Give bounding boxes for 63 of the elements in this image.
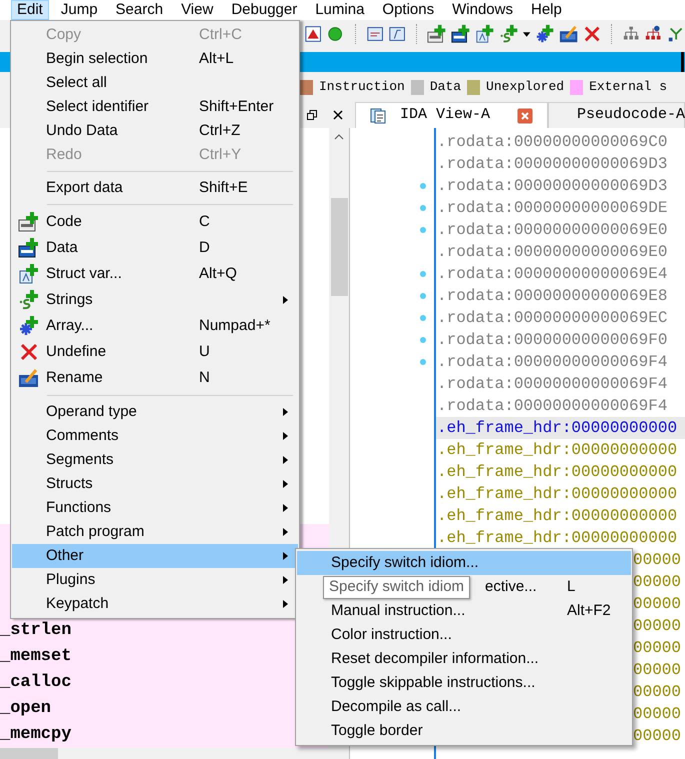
menu-bar-item[interactable]: Windows — [446, 0, 519, 20]
menu-bar-item[interactable]: View — [175, 0, 220, 20]
listing-line[interactable]: .rodata:00000000000069D3 — [436, 153, 685, 175]
menu-item[interactable]: ective... L — [485, 575, 631, 599]
legend-label: Unexplored — [486, 78, 564, 96]
legend-label: Data — [430, 78, 462, 96]
menu-item[interactable]: Struct var... Alt+Q — [12, 261, 298, 287]
menu-item[interactable]: Decompile as call... — [297, 695, 631, 719]
menu-item[interactable]: Segments — [12, 448, 298, 472]
function-name[interactable]: _memset — [0, 644, 72, 670]
menu-item[interactable]: Undefine U — [12, 339, 298, 365]
menu-bar-item[interactable]: Search — [110, 0, 170, 20]
menu-item[interactable]: Toggle skippable instructions... — [297, 671, 631, 695]
tab[interactable]: Pseudocode-A — [548, 102, 685, 128]
listing-line[interactable]: .rodata:00000000000069E0 — [436, 219, 685, 241]
listing-line[interactable]: .rodata:00000000000069E0 — [436, 241, 685, 263]
menu-bar-item[interactable]: Edit — [11, 0, 49, 20]
tab[interactable]: IDA View-A — [355, 102, 548, 128]
menu-item[interactable]: Plugins — [12, 568, 298, 592]
menu-item[interactable]: Select identifier Shift+Enter — [12, 95, 298, 119]
function-name[interactable]: _open — [0, 696, 52, 722]
menu-item[interactable]: Rename N — [12, 365, 298, 391]
listing-line[interactable]: .rodata:00000000000069EC — [436, 307, 685, 329]
menu-item[interactable]: Data D — [12, 235, 298, 261]
menu-item[interactable]: Undo Data Ctrl+Z — [12, 119, 298, 143]
listing-line[interactable]: .rodata:00000000000069C0 — [436, 131, 685, 153]
listing-line[interactable]: .rodata:00000000000069F4 — [436, 351, 685, 373]
menu-bar-item[interactable]: Help — [524, 0, 568, 20]
listing-line[interactable]: .rodata:00000000000069DE — [436, 197, 685, 219]
legend-label: Instruction — [319, 78, 405, 96]
menu-item[interactable]: Operand type — [12, 400, 298, 424]
menu-item[interactable]: Toggle border — [297, 719, 631, 743]
menu-bar-item[interactable]: Jump — [54, 0, 104, 20]
menu-item[interactable]: Comments — [12, 424, 298, 448]
menu-item[interactable]: Export data Shift+E — [12, 176, 298, 200]
tooltip: Specify switch idiom — [323, 576, 470, 599]
listing-line[interactable]: .rodata:00000000000069F4 — [436, 373, 685, 395]
menu-item[interactable]: Code C — [12, 209, 298, 235]
menu-item[interactable]: Begin selection Alt+L — [12, 47, 298, 71]
menu-item[interactable]: Manual instruction... Alt+F2 — [297, 599, 631, 623]
menu-item[interactable]: Other — [12, 544, 298, 568]
menu-item[interactable]: Keypatch — [12, 592, 298, 616]
menu-item[interactable]: Strings — [12, 287, 298, 313]
menu-item[interactable]: Patch program — [12, 520, 298, 544]
listing-line[interactable]: .rodata:00000000000069E4 — [436, 263, 685, 285]
menu-item[interactable]: Specify switch idiom... — [297, 551, 631, 575]
listing-line[interactable]: .rodata:00000000000069F0 — [436, 329, 685, 351]
menu-bar-item[interactable]: Lumina — [309, 0, 370, 20]
legend-label: External s — [589, 78, 668, 96]
menu-bar-item[interactable]: Debugger — [225, 0, 304, 20]
menu-item[interactable]: Select all — [12, 71, 298, 95]
menu-item[interactable]: Reset decompiler information... — [297, 647, 631, 671]
listing-line[interactable]: .rodata:00000000000069D3 — [436, 175, 685, 197]
menu-bar-item[interactable]: Options — [376, 0, 440, 20]
function-name[interactable]: _calloc — [0, 670, 72, 696]
menu-item[interactable]: Array... Numpad+* — [12, 313, 298, 339]
menu-item[interactable]: Color instruction... — [297, 623, 631, 647]
menu-item[interactable]: Functions — [12, 496, 298, 520]
listing-line[interactable]: .rodata:00000000000069E8 — [436, 285, 685, 307]
function-name[interactable]: _strlen — [0, 618, 72, 644]
function-name[interactable]: _memcpy — [0, 722, 72, 748]
listing-line[interactable]: .rodata:00000000000069F4 — [436, 395, 685, 417]
menu-item[interactable]: Structs — [12, 472, 298, 496]
